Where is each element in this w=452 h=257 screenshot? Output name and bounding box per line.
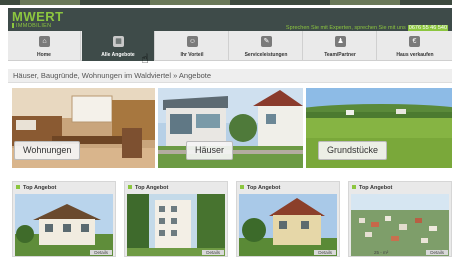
top-offer-badge: Top Angebot	[16, 185, 56, 191]
logo-bar-icon	[12, 23, 14, 28]
hand-cursor-icon: ☝	[141, 51, 149, 66]
offer-image	[351, 194, 449, 256]
site-header: MWERT IMMOBILIEN Sprechen Sie mit Expert…	[8, 8, 452, 31]
logo-subtitle-text: IMMOBILIEN	[16, 23, 52, 29]
details-button[interactable]: Details	[314, 250, 336, 255]
nav-label: Home	[37, 52, 51, 58]
euro-icon: €	[409, 36, 420, 47]
category-banner-grundstuecke[interactable]: Grundstücke	[306, 88, 452, 168]
nav-item-ihr-vorteil[interactable]: ☺ Ihr Vorteil	[156, 31, 229, 61]
offer-image	[127, 194, 225, 256]
category-label: Häuser	[186, 141, 234, 160]
strip-segment	[330, 0, 400, 5]
main-nav: ⌂ Home ▦ Alle Angebote ☺ Ihr Vorteil ✎ S…	[8, 31, 452, 61]
badge-text: Top Angebot	[23, 185, 57, 191]
logo[interactable]: MWERT	[12, 10, 64, 23]
top-photo-strip	[0, 0, 452, 5]
breadcrumb: Häuser, Baugründe, Wohnungen im Waldvier…	[8, 69, 452, 83]
top-offer-badge: Top Angebot	[128, 185, 168, 191]
green-square-icon	[128, 185, 132, 189]
offer-card[interactable]: Top Angebot 25 - m² Details	[348, 181, 452, 257]
nav-label: Ihr Vorteil	[180, 52, 204, 58]
nav-item-team-partner[interactable]: ♟ Team/Partner	[304, 31, 377, 61]
details-button[interactable]: Details	[90, 250, 112, 255]
category-label: Grundstücke	[318, 141, 388, 160]
strip-segment	[20, 0, 80, 5]
offer-image	[15, 194, 113, 256]
wrench-icon: ✎	[261, 36, 272, 47]
smiley-icon: ☺	[187, 36, 198, 47]
offer-card[interactable]: Top Angebot Details	[12, 181, 116, 257]
green-square-icon	[16, 185, 20, 189]
strip-segment	[150, 0, 230, 5]
nav-label: Haus verkaufen	[396, 52, 434, 58]
nav-label: Serviceleistungen	[244, 52, 288, 58]
offer-card[interactable]: Top Angebot Details	[124, 181, 228, 257]
category-banner-wohnungen[interactable]: Wohnungen	[12, 88, 155, 168]
details-button[interactable]: Details	[426, 250, 448, 255]
nav-item-serviceleistungen[interactable]: ✎ Serviceleistungen	[230, 31, 303, 61]
badge-text: Top Angebot	[247, 185, 281, 191]
green-square-icon	[240, 185, 244, 189]
offer-card[interactable]: Top Angebot Details	[236, 181, 340, 257]
logo-subtitle: IMMOBILIEN	[12, 23, 51, 29]
buildings-icon: ▦	[113, 36, 124, 47]
badge-text: Top Angebot	[135, 185, 169, 191]
home-icon: ⌂	[39, 36, 50, 47]
top-offer-badge: Top Angebot	[352, 185, 392, 191]
details-button[interactable]: Details	[202, 250, 224, 255]
nav-item-haus-verkaufen[interactable]: € Haus verkaufen	[378, 31, 452, 61]
category-banner-haeuser[interactable]: Häuser	[158, 88, 303, 168]
nav-item-home[interactable]: ⌂ Home	[8, 31, 81, 61]
nav-label: Team/Partner	[324, 52, 356, 58]
green-square-icon	[352, 185, 356, 189]
offer-price: 25 - m²	[374, 250, 389, 255]
category-label: Wohnungen	[14, 141, 81, 160]
offer-image	[239, 194, 337, 256]
badge-text: Top Angebot	[359, 185, 393, 191]
people-icon: ♟	[335, 36, 346, 47]
top-offer-badge: Top Angebot	[240, 185, 280, 191]
